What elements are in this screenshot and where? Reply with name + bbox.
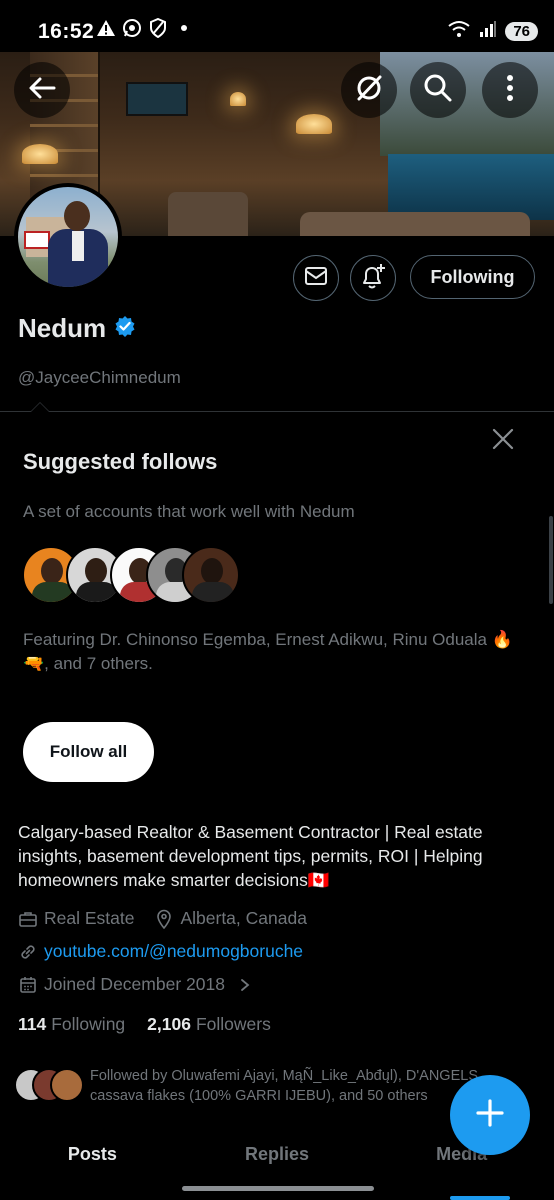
mail-icon [304,266,328,291]
compose-button[interactable] [450,1075,530,1155]
signal-icon [479,20,497,43]
follow-counts: 114 Following 2,106 Followers [18,1014,271,1035]
followers-count: 2,106 [147,1014,191,1034]
briefcase-icon [18,909,38,929]
search-button[interactable] [410,62,466,118]
following-label: Following [51,1014,126,1034]
message-button[interactable] [293,255,339,301]
suggested-avatars[interactable] [22,546,242,606]
followed-by-text: Followed by Oluwafemi Ajayi, MąÑ_Like_Ab… [90,1068,478,1104]
bio: Calgary-based Realtor & Basement Contrac… [18,822,483,890]
followers-count-link[interactable]: 2,106 Followers [147,1014,271,1035]
verified-badge-icon[interactable] [114,315,136,342]
grok-icon [354,73,384,108]
more-button[interactable] [482,62,538,118]
scrollbar[interactable] [549,516,553,604]
divider [0,411,554,412]
calendar-icon [18,975,38,995]
close-icon [491,427,515,456]
profile-website-link[interactable]: youtube.com/@nedumogboruche [44,941,303,962]
location-pin-icon [154,909,174,929]
dismiss-suggestions-button[interactable] [488,426,518,456]
plus-icon [475,1098,505,1133]
tab-replies[interactable]: Replies [185,1134,370,1178]
tab-posts[interactable]: Posts [0,1134,185,1178]
more-vertical-icon [506,74,514,107]
display-name: Nedum [18,313,107,343]
suggested-follows-subtitle: A set of accounts that work well with Ne… [23,502,355,521]
suggested-avatar[interactable] [182,546,240,604]
back-arrow-icon [28,76,56,105]
dot-icon [174,18,194,38]
grok-button[interactable] [341,62,397,118]
follow-all-button[interactable]: Follow all [23,722,154,782]
alert-icon [96,18,116,38]
wifi-icon [447,20,471,43]
following-count: 114 [18,1014,47,1034]
followers-label: Followers [195,1014,271,1034]
follower-avatar [50,1068,84,1102]
back-button[interactable] [14,62,70,118]
suggested-follows-title: Suggested follows [23,449,218,474]
name-row: Nedum [18,313,136,344]
profile-category[interactable]: Real Estate [44,908,134,929]
status-time: 16:52 [38,20,95,43]
bell-plus-icon [359,262,387,295]
home-indicator[interactable] [182,1186,374,1191]
whatsapp-icon [122,18,142,38]
suggestion-caret [30,402,50,412]
following-count-link[interactable]: 114 Following [18,1014,125,1035]
link-icon [18,942,38,962]
meta-row-2: youtube.com/@nedumogboruche [18,941,303,962]
search-icon [423,73,453,108]
profile-location: Alberta, Canada [180,908,307,928]
shield-icon [148,18,168,38]
meta-row-3[interactable]: Joined December 2018 [18,974,255,995]
featuring-text: Featuring Dr. Chinonso Egemba, Ernest Ad… [23,630,513,673]
status-bar: 16:52 76 [0,0,554,52]
profile-joined-date: Joined December 2018 [44,974,225,994]
followed-by-avatars [14,1066,84,1102]
battery-indicator: 76 [505,22,538,41]
notifications-button[interactable] [350,255,396,301]
meta-row-1: Real Estate Alberta, Canada [18,908,307,929]
tab-underline [450,1196,510,1200]
avatar[interactable] [14,183,122,291]
followed-by-row[interactable]: Followed by Oluwafemi Ajayi, MąÑ_Like_Ab… [14,1066,490,1106]
chevron-right-icon [235,975,255,995]
handle: @JayceeChimnedum [18,368,181,387]
following-button[interactable]: Following [410,255,535,299]
